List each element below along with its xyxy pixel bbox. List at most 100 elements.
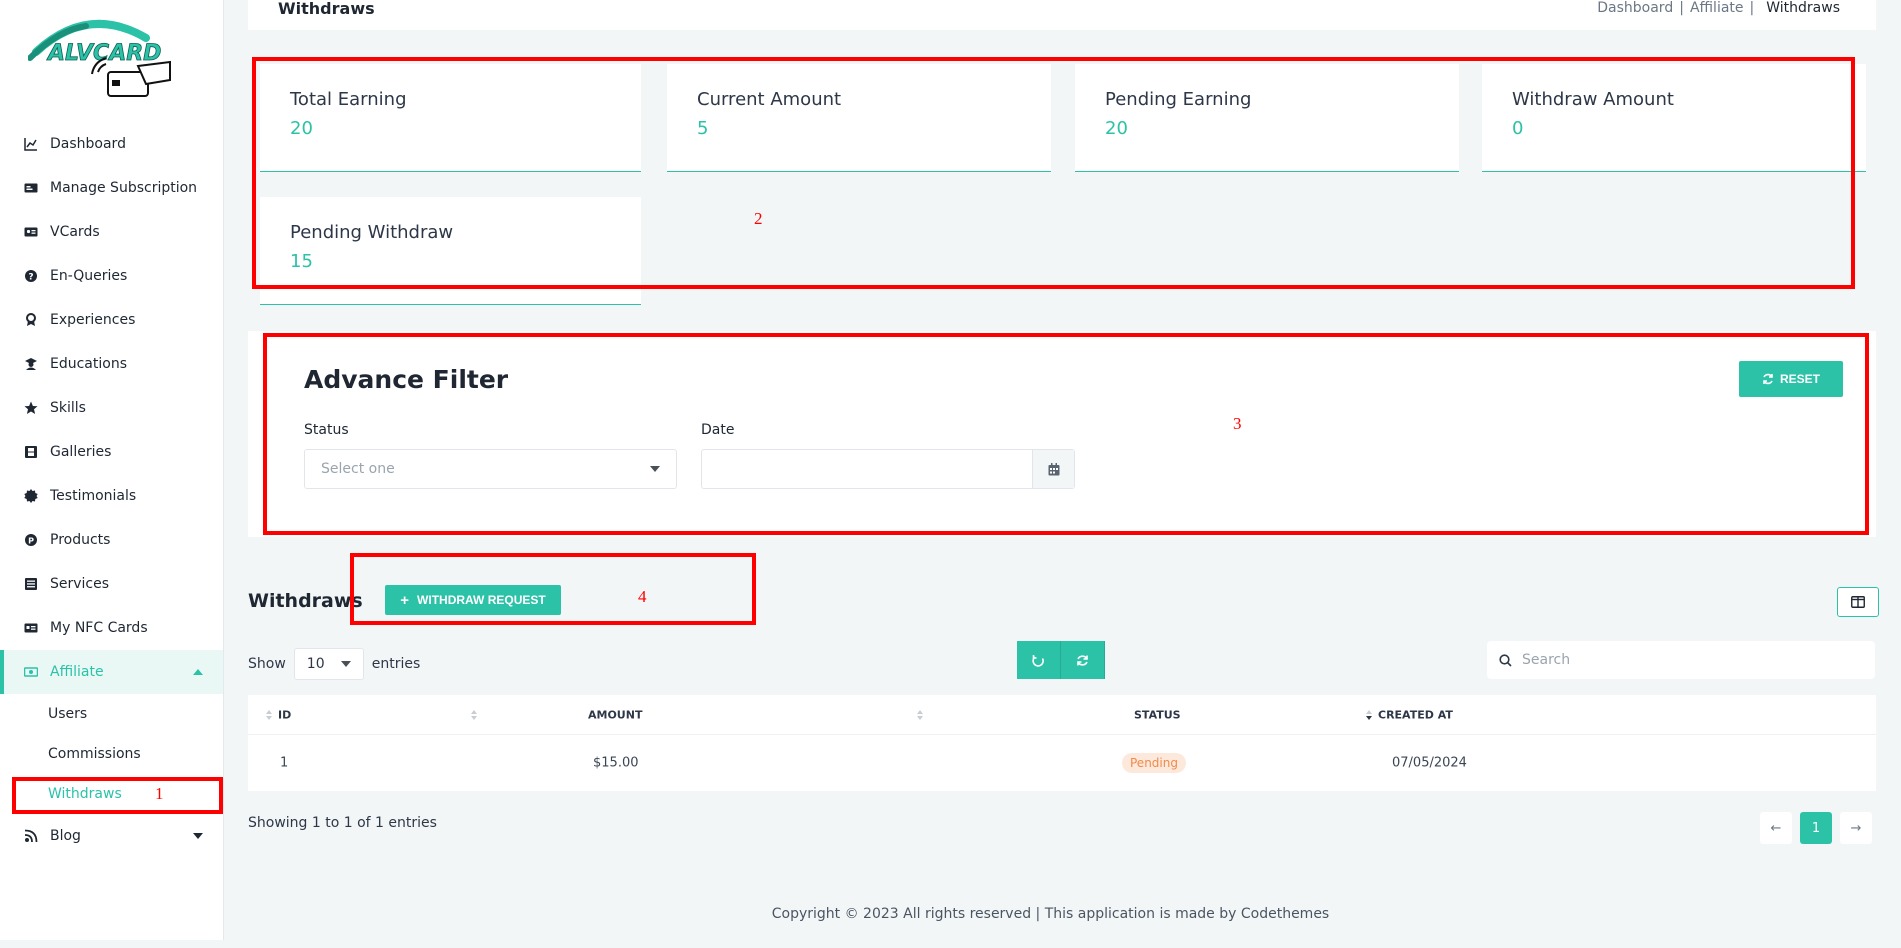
entries-label: entries xyxy=(371,656,421,672)
page-button-1[interactable]: 1 xyxy=(1800,812,1832,844)
svg-text:?: ? xyxy=(28,273,33,283)
sidebar-item-services[interactable]: Services xyxy=(0,562,223,606)
sidebar-item-en-queries[interactable]: ? En-Queries xyxy=(0,254,223,298)
column-header-status: STATUS xyxy=(1134,708,1181,721)
sidebar-item-my-nfc-cards[interactable]: My NFC Cards xyxy=(0,606,223,650)
refresh-table-button[interactable] xyxy=(1061,641,1105,679)
sidebar-item-products[interactable]: P Products xyxy=(0,518,223,562)
svg-text:P: P xyxy=(28,536,34,545)
previous-page-button[interactable]: ← xyxy=(1760,812,1792,844)
withdraw-request-button[interactable]: + WITHDRAW REQUEST xyxy=(385,585,561,615)
sidebar-item-label: Products xyxy=(50,532,111,548)
sidebar-item-blog[interactable]: Blog xyxy=(0,814,223,858)
product-icon: P xyxy=(24,533,38,547)
stat-value: 0 xyxy=(1512,118,1524,139)
id-card-icon xyxy=(24,181,38,195)
withdraws-table: ID AMOUNT STATUS CREATED AT 1 $15.00 Pen… xyxy=(248,695,1876,791)
graduate-icon xyxy=(24,357,38,371)
sidebar-item-vcards[interactable]: VCards xyxy=(0,210,223,254)
money-icon xyxy=(24,665,38,679)
advance-filter-panel: Advance Filter RESET Status Select one D… xyxy=(248,331,1876,537)
sidebar-item-manage-subscription[interactable]: Manage Subscription xyxy=(0,166,223,210)
search-box xyxy=(1487,641,1875,679)
sidebar-subitem-commissions[interactable]: Commissions xyxy=(0,734,223,774)
sidebar-item-dashboard[interactable]: Dashboard xyxy=(0,122,223,166)
sidebar-item-affiliate[interactable]: Affiliate xyxy=(0,650,223,694)
table-header: ID AMOUNT STATUS CREATED AT xyxy=(248,695,1876,735)
breadcrumb: Dashboard | Affiliate | Withdraws xyxy=(1597,0,1846,16)
stat-value: 5 xyxy=(697,118,709,139)
column-visibility-button[interactable] xyxy=(1837,587,1879,617)
stat-card-pending-withdraw: Pending Withdraw 15 xyxy=(260,197,641,305)
stat-label: Pending Earning xyxy=(1105,89,1252,110)
table-row: 1 $15.00 Pending 07/05/2024 xyxy=(248,735,1876,791)
vcard-icon xyxy=(24,225,38,239)
breadcrumb-affiliate[interactable]: Affiliate xyxy=(1690,0,1744,16)
date-field[interactable] xyxy=(702,450,1032,488)
plus-icon: + xyxy=(400,591,410,609)
refresh-icon xyxy=(1763,373,1773,385)
svg-text:ALVCARD: ALVCARD xyxy=(46,41,161,66)
reload-button[interactable] xyxy=(1017,641,1061,679)
column-header-created-at[interactable]: CREATED AT xyxy=(1378,708,1453,721)
sidebar-item-label: Testimonials xyxy=(50,488,137,504)
stat-card-current-amount: Current Amount 5 xyxy=(667,64,1051,172)
chevron-up-icon[interactable] xyxy=(193,669,203,675)
arrow-left-icon: ← xyxy=(1770,820,1782,836)
sidebar-subitem-label: Users xyxy=(48,706,88,722)
breadcrumb-dashboard[interactable]: Dashboard xyxy=(1597,0,1673,16)
page-header: Withdraws Dashboard | Affiliate | Withdraws xyxy=(248,0,1876,30)
sidebar-item-label: Manage Subscription xyxy=(50,180,198,196)
pagination: ← 1 → xyxy=(1760,812,1872,844)
next-page-button[interactable]: → xyxy=(1840,812,1872,844)
film-icon xyxy=(24,445,38,459)
sidebar-item-skills[interactable]: Skills xyxy=(0,386,223,430)
status-badge: Pending xyxy=(1122,753,1186,773)
stat-label: Total Earning xyxy=(290,89,407,110)
sync-icon xyxy=(1077,654,1088,666)
sidebar-item-label: Blog xyxy=(50,828,81,844)
cell-id: 1 xyxy=(280,755,289,771)
alvcard-logo[interactable]: ALVCARD xyxy=(27,8,188,102)
calendar-icon[interactable] xyxy=(1032,450,1074,488)
chart-line-icon xyxy=(24,137,38,151)
sidebar-item-label: My NFC Cards xyxy=(50,620,148,636)
sort-desc-icon[interactable] xyxy=(1366,709,1372,720)
annotation-label-1: 1 xyxy=(155,784,164,803)
award-icon xyxy=(24,313,38,327)
column-header-amount[interactable]: AMOUNT xyxy=(588,708,642,721)
cell-created-at: 07/05/2024 xyxy=(1392,755,1467,771)
sidebar-item-experiences[interactable]: Experiences xyxy=(0,298,223,342)
stat-card-withdraw-amount: Withdraw Amount 0 xyxy=(1482,64,1866,172)
sidebar-item-galleries[interactable]: Galleries xyxy=(0,430,223,474)
list-icon xyxy=(24,577,38,591)
chevron-down-icon[interactable] xyxy=(193,833,203,839)
sidebar-item-testimonials[interactable]: Testimonials xyxy=(0,474,223,518)
footer-copyright: Copyright © 2023 All rights reserved | T… xyxy=(771,906,1330,922)
search-icon xyxy=(1499,653,1512,667)
sidebar-subitem-withdraws[interactable]: Withdraws xyxy=(0,774,223,814)
star-icon xyxy=(24,401,38,415)
sidebar-item-label: En-Queries xyxy=(50,268,128,284)
breadcrumb-separator: | xyxy=(1749,0,1755,16)
arrow-right-icon: → xyxy=(1850,820,1862,836)
column-header-id[interactable]: ID xyxy=(278,708,291,721)
search-input[interactable] xyxy=(1522,652,1842,668)
reset-button[interactable]: RESET xyxy=(1739,361,1843,397)
stat-value: 20 xyxy=(1105,118,1128,139)
sort-icon[interactable] xyxy=(917,709,923,720)
sidebar-item-educations[interactable]: Educations xyxy=(0,342,223,386)
sidebar-nav: Dashboard Manage Subscription VCards ? E… xyxy=(0,122,223,858)
question-circle-icon: ? xyxy=(24,269,38,283)
date-range-input[interactable] xyxy=(701,449,1075,489)
status-select[interactable]: Select one xyxy=(304,449,677,489)
sort-icon[interactable] xyxy=(471,709,477,720)
sidebar-item-label: Services xyxy=(50,576,110,592)
columns-icon xyxy=(1851,596,1865,608)
stat-label: Current Amount xyxy=(697,89,842,110)
entries-select[interactable]: 10 xyxy=(293,648,364,680)
sidebar-subitem-users[interactable]: Users xyxy=(0,694,223,734)
breadcrumb-separator: | xyxy=(1679,0,1684,16)
sort-icon[interactable] xyxy=(266,709,272,720)
annotation-label-2: 2 xyxy=(754,209,763,228)
